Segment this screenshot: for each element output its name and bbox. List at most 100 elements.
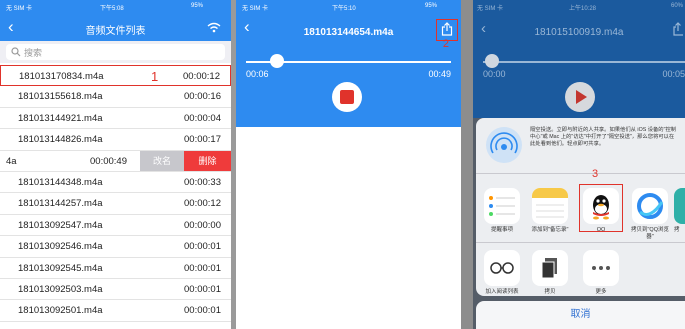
battery-percent: 95% xyxy=(424,3,437,9)
file-duration: 00:00:01 xyxy=(184,262,221,274)
total-time: 00:05 xyxy=(662,69,685,79)
list-item[interactable]: 181013092503.m4a 00:00:01 xyxy=(0,279,231,301)
list-item[interactable]: 181013144826.m4a 00:00:17 xyxy=(0,129,231,151)
search-input[interactable]: 搜索 xyxy=(6,44,225,60)
file-duration: 00:00:01 xyxy=(184,305,221,317)
delete-button[interactable]: 删除 xyxy=(184,150,231,171)
carrier-label: 无 SIM 卡 xyxy=(242,6,269,12)
more-icon xyxy=(583,250,619,286)
annotation-number: 2 xyxy=(442,38,449,50)
copy-icon xyxy=(532,250,568,286)
action-label: 更多 xyxy=(595,289,607,295)
rename-button[interactable]: 改名 xyxy=(140,150,184,171)
divider xyxy=(476,173,685,174)
file-duration: 00:00:01 xyxy=(184,283,221,295)
progress-thumb[interactable] xyxy=(485,54,499,68)
share-icon[interactable] xyxy=(673,22,683,36)
file-duration: 00:00:01 xyxy=(184,241,221,253)
wifi-icon xyxy=(207,22,221,33)
play-icon xyxy=(576,90,587,104)
file-name: 181013092503.m4a xyxy=(18,283,103,295)
list-item[interactable]: 181013144257.m4a 00:00:12 xyxy=(0,193,231,215)
clock: 下午5:08 xyxy=(100,6,124,12)
player-screen: 无 SIM 卡 下午5:10 95% ‹ 181013144654.m4a 2 … xyxy=(236,0,461,329)
airdrop-description: 隔空投送。立即与附近的人共享。如果他们从 iOS 设备的"控制中心"或 Mac … xyxy=(530,127,677,147)
file-duration: 00:00:33 xyxy=(184,176,221,188)
app-qq-browser[interactable]: 拷贝到"QQ浏览器" xyxy=(628,188,672,241)
file-duration: 00:00:17 xyxy=(184,134,221,146)
search-placeholder: 搜索 xyxy=(24,48,43,58)
action-copy[interactable]: 拷贝 xyxy=(528,250,572,296)
file-duration: 00:00:12 xyxy=(183,71,220,82)
player-header: 无 SIM 卡 下午5:10 95% ‹ 181013144654.m4a 2 … xyxy=(236,0,461,127)
more-app-icon xyxy=(674,188,685,224)
progress-thumb[interactable] xyxy=(270,54,284,68)
file-name: 181013092545.m4a xyxy=(18,262,103,274)
annotation-number: 3 xyxy=(592,168,599,180)
list-item[interactable]: 181013155618.m4a 00:00:16 xyxy=(0,86,231,108)
notes-icon xyxy=(532,188,568,224)
stop-icon xyxy=(340,90,354,104)
total-time: 00:49 xyxy=(428,69,451,79)
action-more[interactable]: 更多 xyxy=(579,250,623,296)
battery-percent: 60% xyxy=(670,3,683,9)
cancel-button[interactable]: 取消 xyxy=(476,301,685,329)
battery-percent: 95% xyxy=(190,3,203,9)
progress-track[interactable] xyxy=(483,61,685,63)
reminders-icon xyxy=(484,188,520,224)
action-reading-list[interactable]: 加入阅读列表 xyxy=(480,250,524,296)
file-title: 181015100919.m4a xyxy=(534,27,624,38)
list-item[interactable]: 181013092546.m4a 00:00:01 xyxy=(0,236,231,258)
file-name: 4a xyxy=(6,155,17,167)
annotation-number: 1 xyxy=(151,69,159,84)
search-icon xyxy=(11,47,21,57)
file-duration: 00:00:04 xyxy=(184,112,221,124)
action-label: 加入阅读列表 xyxy=(485,289,519,295)
clock: 下午5:10 xyxy=(332,6,356,12)
file-duration: 00:00:12 xyxy=(184,198,221,210)
app-partial[interactable]: 拷 xyxy=(674,188,685,234)
elapsed-time: 00:00 xyxy=(483,69,506,79)
list-item-swiped[interactable]: 4a 00:00:49 改名 删除 xyxy=(0,150,231,172)
play-button[interactable] xyxy=(565,82,595,112)
file-name: 181013144826.m4a xyxy=(18,134,103,146)
nav-bar: ‹ 音频文件列表 xyxy=(0,14,231,41)
file-duration: 00:00:16 xyxy=(184,91,221,103)
reading-list-icon xyxy=(484,250,520,286)
list-item[interactable]: 181013144348.m4a 00:00:33 xyxy=(0,172,231,194)
search-bar: 搜索 xyxy=(0,41,231,63)
divider xyxy=(476,242,685,243)
app-label: 添加到"备忘录" xyxy=(531,227,569,233)
app-label: 拷 xyxy=(674,227,680,233)
file-name: 181013144257.m4a xyxy=(18,198,103,210)
file-title: 181013144654.m4a xyxy=(303,27,394,38)
file-name: 181013092547.m4a xyxy=(18,219,103,231)
dimmed-player: 无 SIM 卡 上午10:28 60% ‹ 181015100919.m4a 0… xyxy=(473,0,685,118)
file-duration: 00:00:00 xyxy=(184,219,221,231)
panel-divider xyxy=(461,0,473,329)
file-name: 181013144921.m4a xyxy=(18,112,103,124)
status-bar: 无 SIM 卡 下午5:10 95% xyxy=(236,0,461,14)
clock: 上午10:28 xyxy=(569,6,597,12)
app-label: 提醒事项 xyxy=(490,227,513,233)
airdrop-icon[interactable] xyxy=(486,127,522,163)
stop-button[interactable] xyxy=(332,82,362,112)
list-item[interactable]: 181013092501.m4a 00:00:01 xyxy=(0,300,231,322)
file-name: 181013155618.m4a xyxy=(18,91,103,103)
file-name: 181013092501.m4a xyxy=(18,305,103,317)
list-item[interactable]: 181013144921.m4a 00:00:04 xyxy=(0,108,231,130)
file-duration: 00:00:49 xyxy=(90,155,127,167)
list-item[interactable]: 181013092545.m4a 00:00:01 xyxy=(0,258,231,279)
carrier-label: 无 SIM 卡 xyxy=(6,6,33,12)
list-item[interactable]: 181013170834.m4a 1 00:00:12 xyxy=(0,65,231,87)
file-name: 181013170834.m4a xyxy=(19,71,104,82)
list-item[interactable]: 181013092547.m4a 00:00:00 xyxy=(0,215,231,237)
app-notes[interactable]: 添加到"备忘录" xyxy=(528,188,572,234)
share-sheet-screen: 无 SIM 卡 上午10:28 60% ‹ 181015100919.m4a 0… xyxy=(473,0,685,329)
file-list-screen: 无 SIM 卡 下午5:08 95% ‹ 音频文件列表 搜索 181013170… xyxy=(0,0,231,329)
share-sheet: 隔空投送。立即与附近的人共享。如果他们从 iOS 设备的"控制中心"或 Mac … xyxy=(476,118,685,296)
app-reminders[interactable]: 提醒事项 xyxy=(480,188,524,234)
elapsed-time: 00:06 xyxy=(246,69,269,79)
qq-browser-icon xyxy=(632,188,668,224)
qq-highlight-box xyxy=(579,184,623,232)
